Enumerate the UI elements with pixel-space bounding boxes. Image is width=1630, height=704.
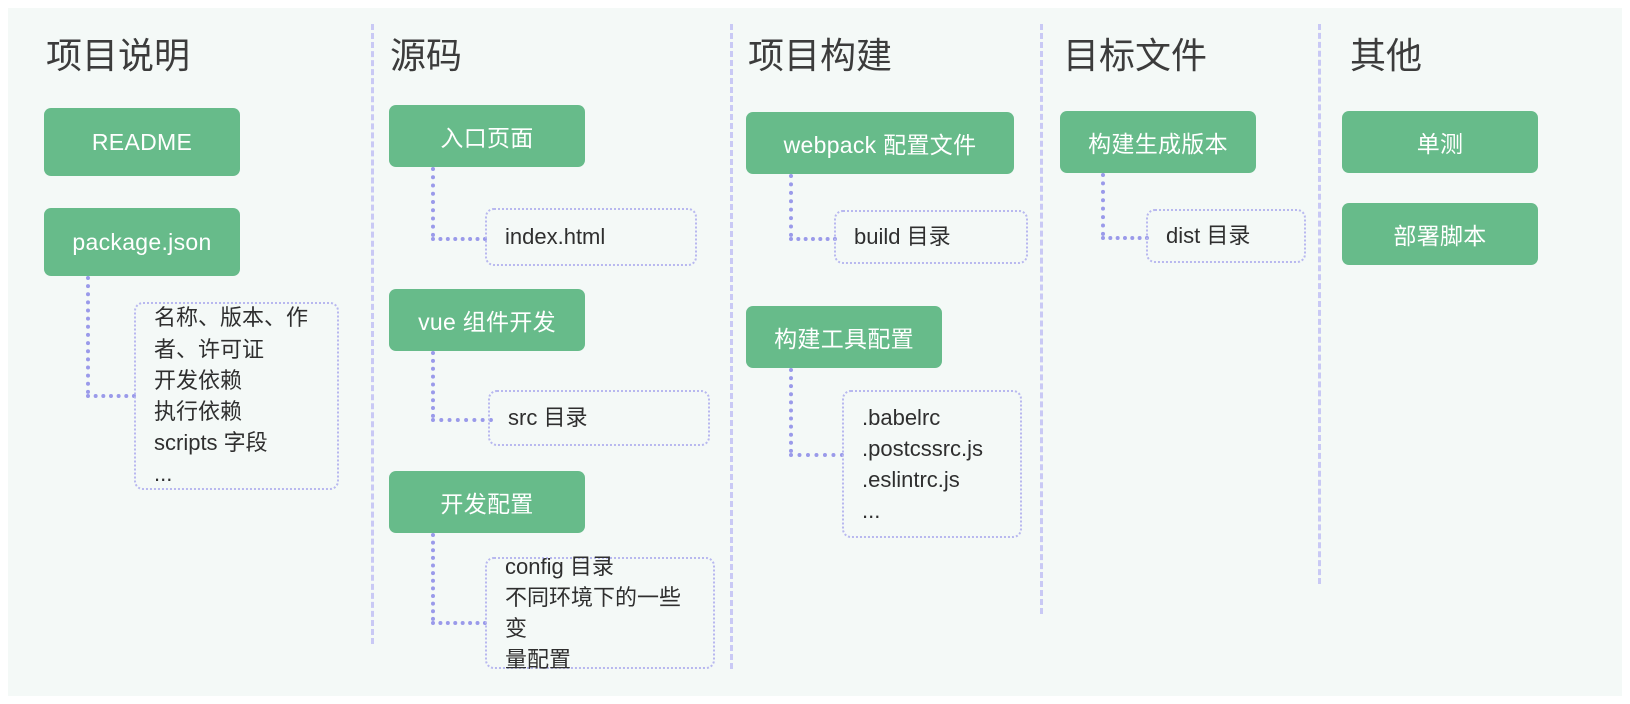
detail-src-dir: src 目录 [488,390,710,446]
node-build-output-version[interactable]: 构建生成版本 [1060,111,1256,173]
diagram-canvas: 项目说明 README package.json 名称、版本、作 者、许可证 开… [0,0,1630,704]
connector-build-output-horizontal [1101,236,1149,240]
connector-dev-config-vertical [431,533,435,621]
detail-line: index.html [505,224,606,250]
column-title-source-code: 源码 [390,35,463,76]
connector-package-json-vertical [86,276,90,394]
detail-build-dir: build 目录 [834,210,1028,264]
connector-webpack-vertical [789,174,793,237]
detail-line: 者、许可证 [154,336,265,362]
connector-entry-page-horizontal [431,237,487,241]
node-build-tool-config[interactable]: 构建工具配置 [746,306,942,368]
connector-build-tool-horizontal [789,453,844,457]
connector-entry-page-vertical [431,167,435,237]
connector-webpack-horizontal [789,237,837,241]
detail-line: dist 目录 [1166,223,1251,249]
connector-package-json-horizontal [86,394,136,398]
detail-index-html: index.html [485,208,697,266]
detail-line: .babelrc [862,404,941,430]
detail-config-dir: config 目录 不同环境下的一些变 量配置 [485,554,715,672]
column-divider-4 [1318,24,1321,584]
connector-build-tool-vertical [789,368,793,453]
node-unit-test[interactable]: 单测 [1342,111,1538,173]
column-title-others: 其他 [1350,35,1423,76]
column-divider-3 [1040,24,1043,614]
detail-package-json: 名称、版本、作 者、许可证 开发依赖 执行依赖 scripts 字段 ... [134,302,339,490]
column-title-target-files: 目标文件 [1063,35,1208,76]
node-entry-page[interactable]: 入口页面 [389,105,585,167]
detail-line: 量配置 [505,647,572,673]
detail-line: config 目录 [505,553,614,579]
connector-build-output-vertical [1101,173,1105,236]
column-divider-2 [730,24,733,669]
detail-line: 名称、版本、作 [154,305,309,331]
detail-line: build 目录 [854,224,951,250]
detail-line: src 目录 [508,405,588,431]
detail-line: ... [154,461,173,487]
detail-line: .postcssrc.js [862,435,984,461]
node-package-json[interactable]: package.json [44,208,240,276]
connector-vue-component-vertical [431,351,435,418]
node-webpack-config-files[interactable]: webpack 配置文件 [746,112,1014,174]
node-vue-component-dev[interactable]: vue 组件开发 [389,289,585,351]
detail-line: 执行依赖 [154,399,243,424]
node-deploy-script[interactable]: 部署脚本 [1342,203,1538,265]
column-divider-1 [371,24,374,644]
column-title-project-description: 项目说明 [46,35,191,76]
connector-vue-component-horizontal [431,418,493,422]
detail-line: 不同环境下的一些变 [505,584,682,641]
column-title-project-build: 项目构建 [748,35,893,76]
node-dev-config[interactable]: 开发配置 [389,471,585,533]
detail-line: 开发依赖 [154,367,243,393]
connector-dev-config-horizontal [431,621,487,625]
node-readme[interactable]: README [44,108,240,176]
detail-line: .eslintrc.js [862,467,960,492]
detail-line: scripts 字段 [154,430,268,456]
detail-dist-dir: dist 目录 [1146,209,1306,263]
detail-line: ... [862,498,881,524]
detail-build-tool: .babelrc .postcssrc.js .eslintrc.js ... [842,390,1022,538]
